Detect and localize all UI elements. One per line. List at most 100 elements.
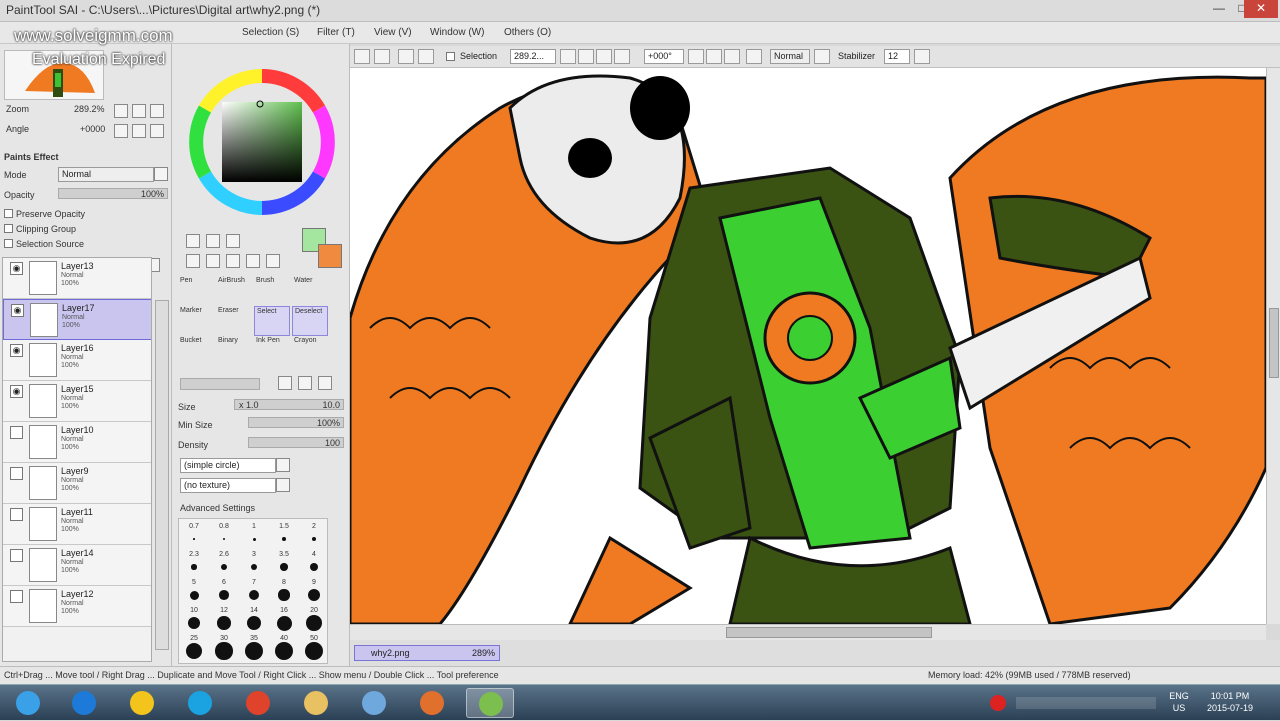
visibility-toggle-icon[interactable] <box>10 508 23 521</box>
nav-zoom-in-icon[interactable] <box>114 104 128 118</box>
language-indicator[interactable]: ENG US <box>1166 690 1192 714</box>
rotate-reset-icon[interactable] <box>724 49 740 64</box>
layer-row[interactable]: ◉ Layer17 Normal 100% <box>3 299 151 340</box>
tool-ink-pen[interactable]: Ink Pen <box>254 336 290 366</box>
selection-source-checkbox[interactable] <box>4 239 13 248</box>
fit-icon[interactable] <box>614 49 630 64</box>
painttool-sai-icon[interactable] <box>466 688 514 718</box>
layer-scrollbar[interactable] <box>155 300 169 650</box>
canvas-horizontal-scrollbar[interactable] <box>350 624 1266 640</box>
layer-row[interactable]: Layer11 Normal 100% <box>3 504 151 545</box>
zoom-field[interactable]: 289.2... <box>510 49 556 64</box>
recording-icon[interactable] <box>990 695 1006 711</box>
internet-explorer-icon[interactable] <box>60 688 108 718</box>
windows-start-icon[interactable] <box>4 688 52 718</box>
menu-others[interactable]: Others (O) <box>504 27 551 38</box>
tool-crayon[interactable]: Crayon <box>292 336 328 366</box>
brush-preset-dot[interactable] <box>248 589 260 601</box>
rotate-icon[interactable] <box>226 254 240 268</box>
drawing-canvas[interactable] <box>350 68 1266 624</box>
nav-zoom-slider[interactable]: 289.2% <box>4 102 108 114</box>
zoom-up-icon[interactable] <box>578 49 594 64</box>
brush-preset-dot[interactable] <box>222 537 226 541</box>
layer-mode-select[interactable]: Normal <box>58 167 154 182</box>
visibility-toggle-icon[interactable] <box>10 590 23 603</box>
brush-preset-dot[interactable] <box>215 642 233 660</box>
brush-preset-dot[interactable] <box>245 642 263 660</box>
brush-preset-dot[interactable] <box>189 590 199 600</box>
brush-preset-dot[interactable] <box>276 615 292 631</box>
layer-row[interactable]: Layer9 Normal 100% <box>3 463 151 504</box>
visibility-toggle-icon[interactable] <box>10 467 23 480</box>
lasso-icon[interactable] <box>206 234 220 248</box>
menu-window[interactable]: Window (W) <box>430 27 484 38</box>
selection-checkbox[interactable] <box>446 52 455 61</box>
menu-filter[interactable]: Filter (T) <box>317 27 355 38</box>
brush-texture-select[interactable]: (no texture) <box>180 478 276 493</box>
tool-bucket[interactable]: Bucket <box>178 336 214 366</box>
tool-water[interactable]: Water <box>292 276 328 306</box>
brush-shape-1-icon[interactable] <box>278 376 292 390</box>
brush-preset-dot[interactable] <box>282 537 286 541</box>
visibility-toggle-icon[interactable]: ◉ <box>10 385 23 398</box>
visibility-toggle-icon[interactable]: ◉ <box>10 262 23 275</box>
brush-preset-dot[interactable] <box>275 642 293 660</box>
file-explorer-icon[interactable] <box>292 688 340 718</box>
vertical-scroll-thumb[interactable] <box>1269 308 1279 378</box>
tool-deselect[interactable]: Deselect <box>292 306 328 336</box>
brush-preset-dot[interactable] <box>193 538 195 540</box>
canvas-vertical-scrollbar[interactable] <box>1266 68 1280 624</box>
layer-row[interactable]: ◉ Layer15 Normal 100% <box>3 381 151 422</box>
close-button[interactable]: ✕ <box>1244 0 1278 18</box>
size-slider[interactable]: x 1.0 10.0 <box>234 399 344 410</box>
opacity-slider[interactable]: 100% <box>58 188 168 199</box>
nav-rotate-left-icon[interactable] <box>114 124 128 138</box>
rotate-left-icon[interactable] <box>688 49 704 64</box>
nav-rotate-right-icon[interactable] <box>132 124 146 138</box>
minimize-button[interactable]: — <box>1206 0 1232 18</box>
eyedropper-icon[interactable] <box>266 254 280 268</box>
secondary-color-swatch[interactable] <box>318 244 342 268</box>
color-wheel[interactable] <box>186 66 338 218</box>
hand-icon[interactable] <box>246 254 260 268</box>
nav-zoom-reset-icon[interactable] <box>150 104 164 118</box>
clipping-group-checkbox[interactable] <box>4 224 13 233</box>
rotate-right-icon[interactable] <box>706 49 722 64</box>
brush-shape-3-icon[interactable] <box>318 376 332 390</box>
brush-preset-dot[interactable] <box>278 589 290 601</box>
brush-preset-dot[interactable] <box>306 615 322 631</box>
select-all-icon[interactable] <box>354 49 370 64</box>
brush-preset-dot[interactable] <box>217 616 231 630</box>
stabilizer-field[interactable]: 12 <box>884 49 910 64</box>
brush-preset-dot[interactable] <box>308 589 320 601</box>
layer-row[interactable]: Layer14 Normal 100% <box>3 545 151 586</box>
menu-view[interactable]: View (V) <box>374 27 412 38</box>
brush-shape-select[interactable]: (simple circle) <box>180 458 276 473</box>
layer-row[interactable]: ◉ Layer13 Normal 100% <box>3 258 151 299</box>
nav-zoom-out-icon[interactable] <box>132 104 146 118</box>
document-tab[interactable]: why2.png 289% <box>354 645 500 661</box>
rect-select-icon[interactable] <box>186 234 200 248</box>
zoom-icon[interactable] <box>206 254 220 268</box>
itunes-icon[interactable] <box>350 688 398 718</box>
brush-shape-2-icon[interactable] <box>298 376 312 390</box>
layer-row[interactable]: ◉ Layer16 Normal 100% <box>3 340 151 381</box>
tool-airbrush[interactable]: AirBrush <box>216 276 252 306</box>
tool-binary[interactable]: Binary <box>216 336 252 366</box>
magic-wand-icon[interactable] <box>226 234 240 248</box>
brush-preset-dot[interactable] <box>246 615 262 631</box>
stabilizer-dropdown-icon[interactable] <box>914 49 930 64</box>
tool-select[interactable]: Select <box>254 306 290 336</box>
system-tray-icons[interactable] <box>1016 697 1156 709</box>
tool-marker[interactable]: Marker <box>178 306 214 336</box>
brush-preset-dot[interactable] <box>221 564 227 570</box>
angle-field[interactable]: +000° <box>644 49 684 64</box>
brush-preset-dot[interactable] <box>252 537 256 541</box>
mode-dropdown-icon[interactable] <box>814 49 830 64</box>
nav-rotate-reset-icon[interactable] <box>150 124 164 138</box>
zoom-down-icon[interactable] <box>560 49 576 64</box>
messenger-icon[interactable] <box>118 688 166 718</box>
skype-icon[interactable] <box>176 688 224 718</box>
mode-dropdown-arrow-icon[interactable] <box>154 167 168 181</box>
brush-preset-dot[interactable] <box>305 642 323 660</box>
